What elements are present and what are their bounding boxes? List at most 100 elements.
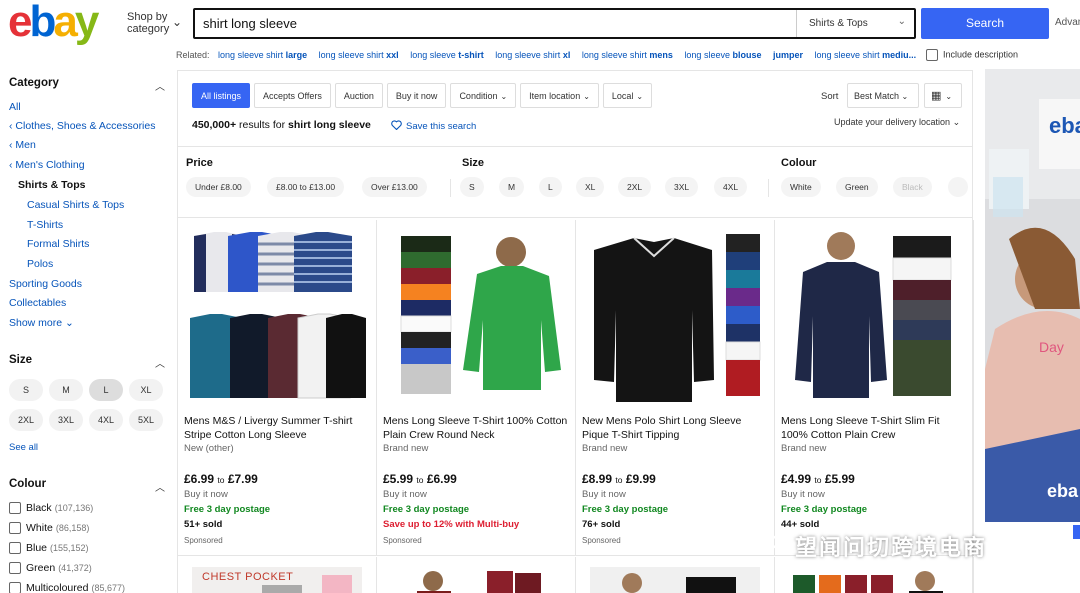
size-pill[interactable]: M [49, 379, 83, 401]
delivery-location-link[interactable]: Update your delivery location ⌄ [834, 117, 960, 128]
size-pill[interactable]: L [539, 177, 562, 197]
listing-card[interactable]: Mens Long Sleeve T-Shirt 100% Cotton Pla… [377, 220, 576, 556]
product-image[interactable] [391, 567, 561, 593]
tab-all-listings[interactable]: All listings [192, 83, 251, 108]
feedback-tab[interactable] [1073, 525, 1080, 539]
related-link[interactable]: long sleeve t-shirt [410, 50, 484, 60]
show-more-link[interactable]: Show more ⌄ [9, 317, 74, 329]
colour-pill[interactable]: Green [836, 177, 878, 197]
listing-card[interactable]: New Mens Polo Shirt Long Sleeve Pique T-… [576, 220, 775, 556]
save-search-link[interactable]: Save this search [391, 120, 476, 132]
size-pill[interactable]: 3XL [49, 409, 83, 431]
related-link[interactable]: long sleeve shirt mens [582, 50, 673, 60]
category-link-collectables[interactable]: Collectables [9, 297, 66, 309]
product-image[interactable] [789, 567, 959, 593]
listing-title[interactable]: Mens Long Sleeve T-Shirt 100% Cotton Pla… [383, 414, 569, 442]
product-image[interactable] [783, 230, 967, 408]
size-pill[interactable]: 5XL [129, 409, 163, 431]
listing-title[interactable]: New Mens Polo Shirt Long Sleeve Pique T-… [582, 414, 768, 442]
listing-card[interactable] [576, 557, 775, 593]
product-image[interactable] [186, 230, 370, 408]
colour-filter-multicoloured[interactable]: Multicoloured (85,677) [9, 582, 125, 593]
category-heading[interactable]: Category [9, 77, 59, 89]
item-location-dropdown[interactable]: Item location ⌄ [520, 83, 599, 108]
size-pill[interactable]: 2XL [618, 177, 652, 197]
condition-dropdown[interactable]: Condition ⌄ [450, 83, 517, 108]
size-heading[interactable]: Size [9, 354, 32, 366]
colour-filter-green[interactable]: Green (41,372) [9, 562, 92, 575]
search-input[interactable]: shirt long sleeve [203, 16, 297, 31]
related-link[interactable]: long sleeve shirt xl [495, 50, 570, 60]
tab-auction[interactable]: Auction [334, 83, 383, 108]
listing-card[interactable] [775, 557, 974, 593]
size-pill[interactable]: 2XL [9, 409, 43, 431]
price-pill[interactable]: Over £13.00 [362, 177, 427, 197]
checkbox-icon[interactable] [9, 502, 21, 515]
related-link[interactable]: long sleeve shirt large [218, 50, 307, 60]
related-link[interactable]: jumper [773, 50, 803, 60]
checkbox-icon[interactable] [9, 542, 21, 555]
category-link-formal-shirts[interactable]: Formal Shirts [27, 238, 89, 250]
category-link-clothes[interactable]: ‹ Clothes, Shoes & Accessories [9, 120, 155, 132]
category-link-mens-clothing[interactable]: ‹ Men's Clothing [9, 159, 85, 171]
price-pill[interactable]: Under £8.00 [186, 177, 251, 197]
product-image[interactable] [385, 230, 569, 408]
listing-card[interactable]: Mens Long Sleeve T-Shirt Slim Fit 100% C… [775, 220, 974, 556]
category-link-men[interactable]: ‹ Men [9, 139, 36, 151]
checkbox-icon[interactable] [9, 522, 21, 535]
colour-filter-black[interactable]: Black (107,136) [9, 502, 93, 515]
shop-by-category-button[interactable]: Shop by category [127, 11, 175, 35]
colour-filter-blue[interactable]: Blue (155,152) [9, 542, 89, 555]
tab-accepts-offers[interactable]: Accepts Offers [254, 83, 331, 108]
tab-buy-it-now[interactable]: Buy it now [386, 83, 447, 108]
sort-dropdown[interactable]: Best Match ⌄ [847, 83, 919, 108]
listing-format: Buy it now [184, 489, 228, 500]
category-link-all[interactable]: All [9, 101, 21, 113]
size-pill[interactable]: XL [576, 177, 605, 197]
colour-pill[interactable] [948, 177, 968, 197]
listing-card[interactable] [377, 557, 576, 593]
size-pill[interactable]: S [9, 379, 43, 401]
category-link-sporting-goods[interactable]: Sporting Goods [9, 278, 82, 290]
chevron-up-icon[interactable]: ︿ [155, 355, 165, 370]
size-pill[interactable]: 3XL [665, 177, 699, 197]
chevron-up-icon[interactable]: ︿ [155, 479, 165, 494]
category-link-casual-shirts[interactable]: Casual Shirts & Tops [27, 199, 124, 211]
ebay-logo[interactable]: ebay [8, 0, 99, 44]
size-pill-selected[interactable]: L [89, 379, 123, 401]
checkbox-icon[interactable] [926, 49, 938, 61]
product-image[interactable] [590, 567, 760, 593]
size-pill[interactable]: M [499, 177, 525, 197]
checkbox-icon[interactable] [9, 582, 21, 593]
view-toggle[interactable]: ▦ ⌄ [924, 83, 962, 108]
chevron-up-icon[interactable]: ︿ [155, 78, 165, 93]
price-pill[interactable]: £8.00 to £13.00 [267, 177, 345, 197]
chevron-down-icon[interactable]: ⌄ [172, 15, 182, 29]
advanced-search-link[interactable]: Advan [1055, 17, 1080, 28]
size-pill[interactable]: 4XL [714, 177, 748, 197]
category-link-tshirts[interactable]: T-Shirts [27, 219, 63, 231]
listing-card[interactable]: CHEST POCKET [178, 557, 377, 593]
colour-heading[interactable]: Colour [9, 478, 46, 490]
size-pill[interactable]: 4XL [89, 409, 123, 431]
local-dropdown[interactable]: Local ⌄ [602, 83, 653, 108]
size-pill[interactable]: S [460, 177, 484, 197]
side-advertisement[interactable]: eba Day eba [985, 69, 1080, 522]
see-all-sizes-link[interactable]: See all [9, 442, 38, 453]
related-link[interactable]: long sleeve shirt mediu... [815, 50, 917, 60]
listing-title[interactable]: Mens M&S / Livergy Summer T-shirt Stripe… [184, 414, 370, 442]
product-image[interactable] [584, 230, 768, 408]
search-button[interactable]: Search [921, 8, 1049, 39]
size-pill[interactable]: XL [129, 379, 163, 401]
include-description-checkbox[interactable]: Include description [926, 49, 1018, 61]
colour-pill[interactable]: Black [893, 177, 932, 197]
search-category-select[interactable]: Shirts & Tops ⌄ [796, 10, 916, 37]
category-link-polos[interactable]: Polos [27, 258, 53, 270]
colour-pill[interactable]: White [781, 177, 821, 197]
colour-filter-white[interactable]: White (86,158) [9, 522, 89, 535]
listing-card[interactable]: Mens M&S / Livergy Summer T-shirt Stripe… [178, 220, 377, 556]
listing-title[interactable]: Mens Long Sleeve T-Shirt Slim Fit 100% C… [781, 414, 967, 442]
related-link[interactable]: long sleeve blouse [684, 50, 761, 60]
checkbox-icon[interactable] [9, 562, 21, 575]
related-link[interactable]: long sleeve shirt xxl [319, 50, 399, 60]
